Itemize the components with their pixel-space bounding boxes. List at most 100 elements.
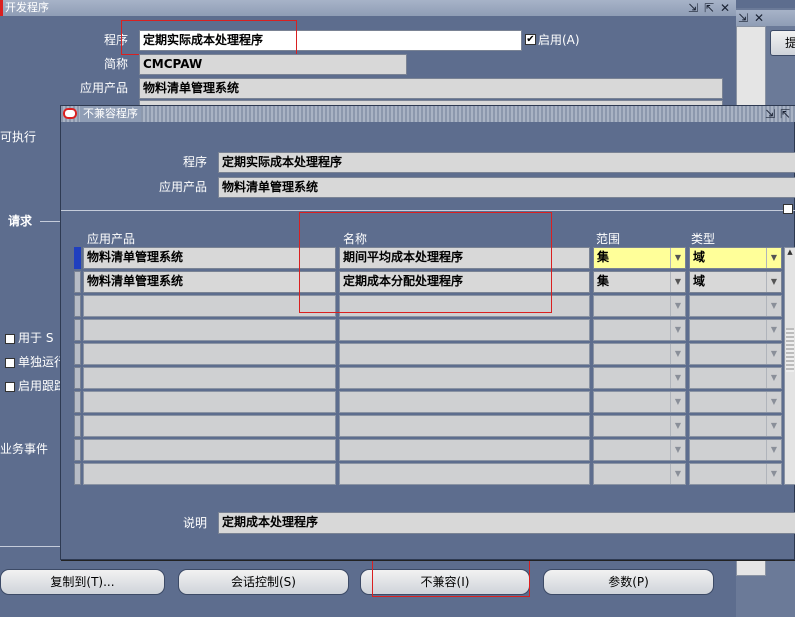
annotation-box <box>372 560 530 597</box>
table-cell-app[interactable] <box>83 463 336 485</box>
chevron-down-icon[interactable]: ▼ <box>766 368 781 388</box>
table-row-scope-select[interactable]: 集 ▼ <box>593 247 686 269</box>
row-indicator[interactable] <box>74 391 81 413</box>
table-cell-name[interactable] <box>339 439 590 461</box>
annotation-box <box>299 212 552 313</box>
incompatible-dialog: 不兼容程序 ⇲ ⇱ 程序 定期实际成本处理程序 应用产品 物料清单管理系统 应用… <box>60 105 795 560</box>
table-cell-app[interactable] <box>83 367 336 389</box>
row-indicator-current[interactable] <box>74 247 81 269</box>
chevron-down-icon[interactable]: ▼ <box>766 392 781 412</box>
chevron-down-icon[interactable]: ▼ <box>766 248 781 268</box>
minimize-icon[interactable]: ⇲ <box>765 107 775 121</box>
chevron-down-icon[interactable]: ▼ <box>670 392 685 412</box>
row-indicator[interactable] <box>74 439 81 461</box>
table-cell-type[interactable]: ▼ <box>689 439 782 461</box>
table-cell-name[interactable] <box>339 415 590 437</box>
chevron-down-icon[interactable]: ▼ <box>670 440 685 460</box>
table-cell-type[interactable]: ▼ <box>689 343 782 365</box>
table-cell-app[interactable] <box>83 415 336 437</box>
close-icon[interactable]: ✕ <box>720 1 730 15</box>
parameters-button[interactable]: 参数(P) <box>543 569 714 595</box>
table-cell-scope[interactable]: ▼ <box>593 463 686 485</box>
dialog-program-field[interactable]: 定期实际成本处理程序 <box>218 152 795 173</box>
table-cell-app[interactable] <box>83 319 336 341</box>
request-section: 请求 <box>8 214 33 228</box>
table-cell-scope[interactable]: ▼ <box>593 415 686 437</box>
row-indicator[interactable] <box>74 343 81 365</box>
table-cell-scope[interactable]: ▼ <box>593 439 686 461</box>
table-row-type-select[interactable]: 域 ▼ <box>689 247 782 269</box>
chevron-down-icon[interactable]: ▼ <box>766 272 781 292</box>
table-cell-scope[interactable]: ▼ <box>593 343 686 365</box>
chevron-down-icon[interactable]: ▼ <box>766 416 781 436</box>
chevron-down-icon[interactable]: ▼ <box>670 320 685 340</box>
scroll-up-icon[interactable]: ▲ <box>785 248 795 256</box>
table-cell-app[interactable] <box>83 439 336 461</box>
table-cell-scope[interactable]: ▼ <box>593 319 686 341</box>
table-cell-name[interactable] <box>339 343 590 365</box>
chevron-down-icon[interactable]: ▼ <box>670 272 685 292</box>
table-cell-type[interactable]: ▼ <box>689 295 782 317</box>
dialog-app-label: 应用产品 <box>158 180 207 194</box>
table-cell-app[interactable] <box>83 343 336 365</box>
table-cell-type[interactable]: ▼ <box>689 367 782 389</box>
table-row-type-select[interactable]: 域 ▼ <box>689 271 782 293</box>
table-cell-scope[interactable]: ▼ <box>593 295 686 317</box>
run-alone-checkbox[interactable] <box>5 358 15 368</box>
chevron-down-icon[interactable]: ▼ <box>670 296 685 316</box>
background-window-titlebar: ⇲ ✕ <box>736 10 795 26</box>
chevron-down-icon[interactable]: ▼ <box>766 344 781 364</box>
type-value: 域 <box>693 250 706 264</box>
dialog-titlebar: 不兼容程序 ⇲ ⇱ <box>61 106 795 122</box>
chevron-down-icon[interactable]: ▼ <box>766 296 781 316</box>
short-name-label: 简称 <box>103 57 128 71</box>
table-cell-name[interactable] <box>339 463 590 485</box>
table-cell-app[interactable] <box>83 391 336 413</box>
table-cell-scope[interactable]: ▼ <box>593 367 686 389</box>
chevron-down-icon[interactable]: ▼ <box>670 464 685 484</box>
table-cell-name[interactable] <box>339 319 590 341</box>
table-cell-type[interactable]: ▼ <box>689 391 782 413</box>
chevron-down-icon[interactable]: ▼ <box>670 248 685 268</box>
table-cell-name[interactable] <box>339 391 590 413</box>
scroll-thumb[interactable] <box>786 328 794 372</box>
chevron-down-icon[interactable]: ▼ <box>766 440 781 460</box>
enabled-checkbox[interactable]: ✔ <box>525 34 536 45</box>
minimize-icon[interactable]: ⇲ <box>738 11 748 25</box>
close-icon[interactable]: ✕ <box>754 11 764 25</box>
row-indicator[interactable] <box>74 463 81 485</box>
table-scrollbar[interactable]: ▲ <box>784 247 795 485</box>
table-cell-scope[interactable]: ▼ <box>593 391 686 413</box>
table-cell-name[interactable] <box>339 367 590 389</box>
table-cell-type[interactable]: ▼ <box>689 415 782 437</box>
row-indicator[interactable] <box>74 367 81 389</box>
row-indicator[interactable] <box>74 415 81 437</box>
minimize-icon[interactable]: ⇲ <box>688 1 698 15</box>
business-event-section: 业务事件 <box>0 442 49 456</box>
maximize-icon[interactable]: ⇱ <box>704 1 714 15</box>
dialog-title: 不兼容程序 <box>80 106 141 122</box>
dialog-checkbox[interactable] <box>783 204 793 214</box>
use-in-label: 用于 S <box>18 331 54 345</box>
row-indicator[interactable] <box>74 271 81 293</box>
maximize-icon[interactable]: ⇱ <box>780 107 790 121</box>
use-in-checkbox[interactable] <box>5 334 15 344</box>
desc-field[interactable]: 定期成本处理程序 <box>218 512 795 534</box>
row-indicator[interactable] <box>74 319 81 341</box>
session-control-button[interactable]: 会话控制(S) <box>178 569 349 595</box>
chevron-down-icon[interactable]: ▼ <box>766 464 781 484</box>
table-cell-type[interactable]: ▼ <box>689 319 782 341</box>
dialog-app-field[interactable]: 物料清单管理系统 <box>218 177 795 198</box>
copy-to-button[interactable]: 复制到(T)... <box>0 569 165 595</box>
chevron-down-icon[interactable]: ▼ <box>766 320 781 340</box>
chevron-down-icon[interactable]: ▼ <box>670 344 685 364</box>
row-indicator[interactable] <box>74 295 81 317</box>
table-cell-type[interactable]: ▼ <box>689 463 782 485</box>
chevron-down-icon[interactable]: ▼ <box>670 368 685 388</box>
app-field[interactable]: 物料清单管理系统 <box>139 78 723 99</box>
submit-button[interactable]: 提 <box>770 30 795 56</box>
table-row-scope-select[interactable]: 集 ▼ <box>593 271 686 293</box>
chevron-down-icon[interactable]: ▼ <box>670 416 685 436</box>
enable-trace-checkbox[interactable] <box>5 382 15 392</box>
short-name-field[interactable]: CMCPAW <box>139 54 407 75</box>
